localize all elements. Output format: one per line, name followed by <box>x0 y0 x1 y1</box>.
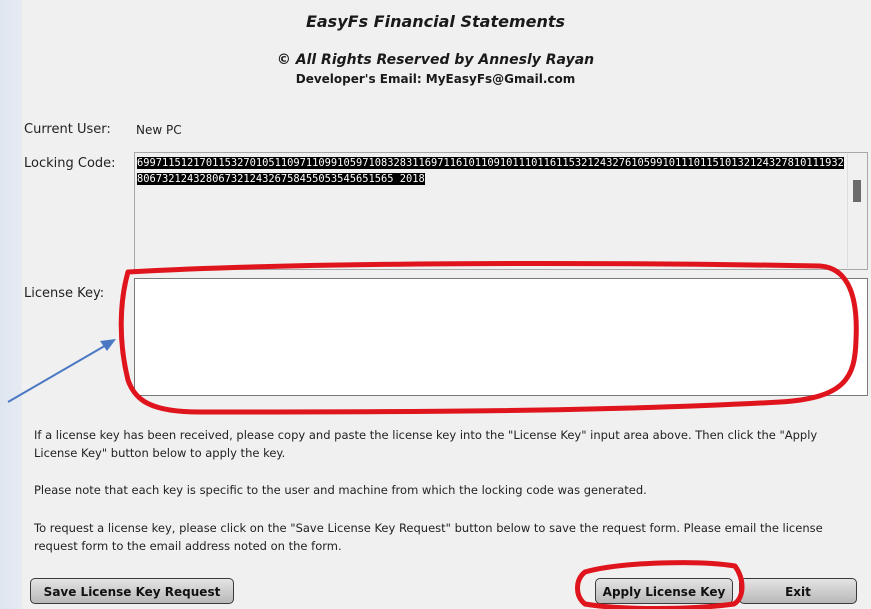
instruction-paste-key: If a license key has been received, plea… <box>34 428 818 460</box>
scrollbar-thumb[interactable] <box>853 180 861 202</box>
current-user-label: Current User: <box>24 122 111 137</box>
exit-button[interactable]: Exit <box>739 578 857 604</box>
license-key-label: License Key: <box>24 286 105 301</box>
license-key-input[interactable] <box>134 278 868 396</box>
apply-license-key-button[interactable]: Apply License Key <box>595 578 733 604</box>
copyright-text: © All Rights Reserved by Annesly Rayan <box>276 52 595 68</box>
instruction-key-specific: Please note that each key is specific to… <box>34 483 647 497</box>
locking-code-scrollbar[interactable] <box>847 154 866 268</box>
developer-email: Developer's Email: MyEasyFs@Gmail.com <box>295 72 576 86</box>
save-license-request-button[interactable]: Save License Key Request <box>30 578 234 604</box>
instruction-request-key: To request a license key, please click o… <box>34 521 823 553</box>
current-user-value: New PC <box>136 123 182 137</box>
locking-code-field[interactable]: 6997115121701153270105110971109910597108… <box>134 152 868 270</box>
app-title: EasyFs Financial Statements <box>305 12 566 31</box>
locking-code-text[interactable]: 6997115121701153270105110971109910597108… <box>137 155 845 187</box>
locking-code-label: Locking Code: <box>24 156 116 171</box>
locking-code-selection[interactable]: 6997115121701153270105110971109910597108… <box>137 157 844 185</box>
